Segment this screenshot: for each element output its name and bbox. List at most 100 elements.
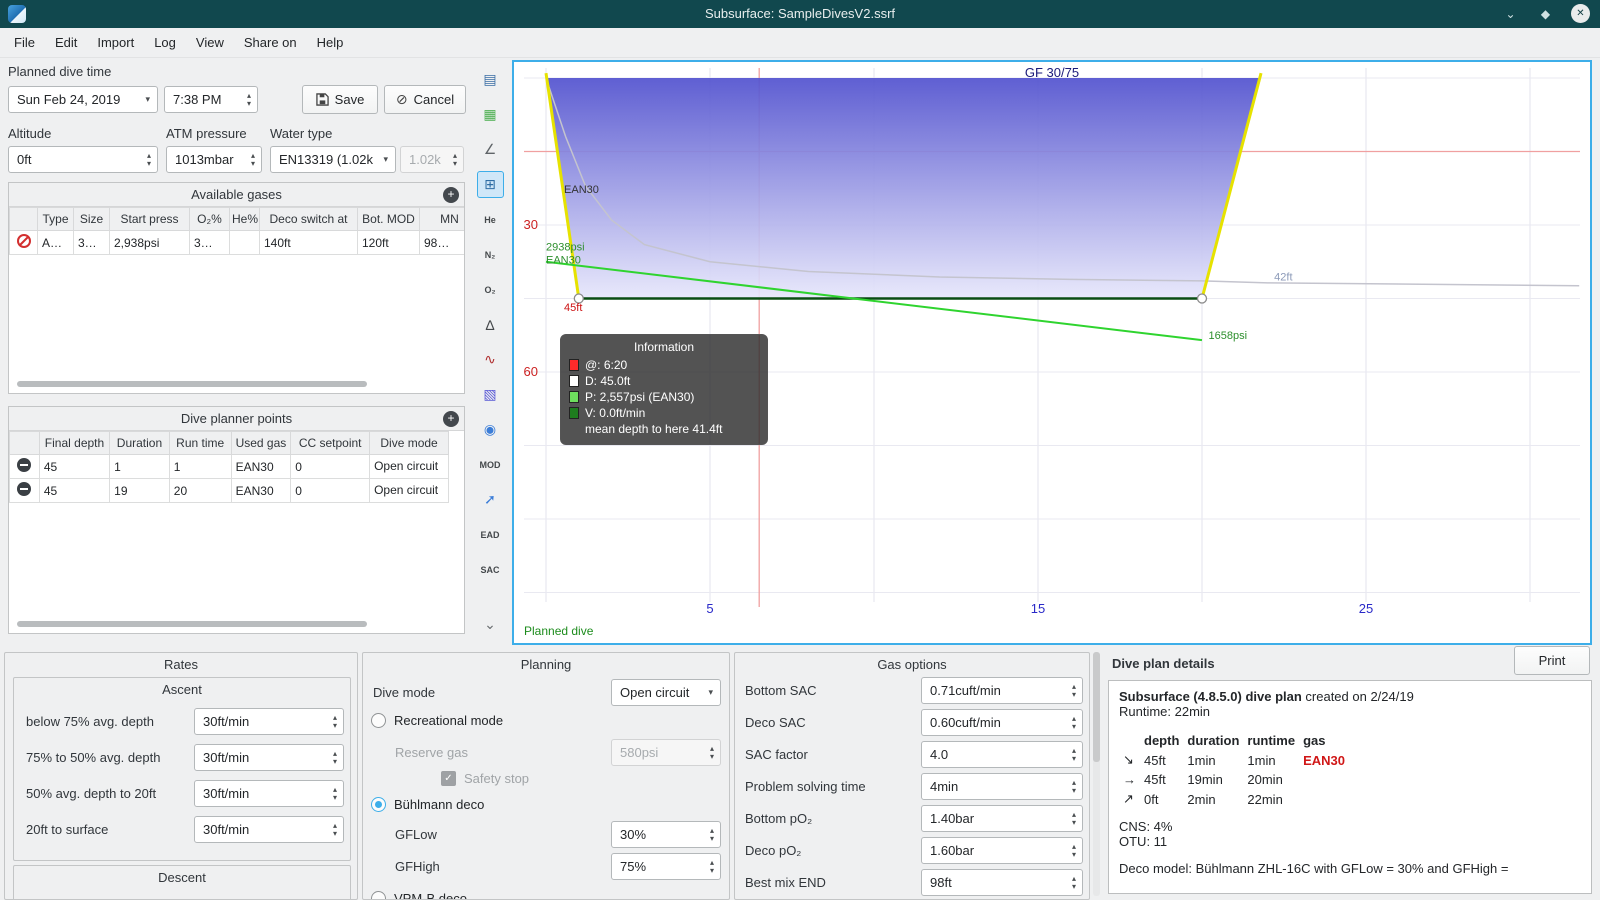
delete-point-icon[interactable] bbox=[17, 458, 32, 472]
photos-icon[interactable]: ▦ bbox=[477, 101, 504, 128]
spin-down-icon[interactable]: ▾ bbox=[1072, 850, 1076, 859]
col-final-depth[interactable]: Final depth bbox=[38, 431, 111, 455]
ndl-icon[interactable]: ➚ bbox=[477, 486, 504, 513]
save-button[interactable]: Save bbox=[302, 85, 378, 114]
print-button[interactable]: Print bbox=[1514, 646, 1590, 675]
ascent-rate-2-spinbox[interactable]: 30ft/min ▴ ▾ bbox=[194, 744, 344, 771]
col-cc-setpoint[interactable]: CC setpoint bbox=[290, 431, 371, 455]
spin-buttons[interactable]: ▴ ▾ bbox=[330, 821, 340, 838]
calculated-ceiling-icon[interactable]: ▤ bbox=[477, 66, 504, 93]
altitude-spinbox[interactable]: 0ft ▴ ▾ bbox=[8, 146, 158, 173]
spin-down-icon[interactable]: ▾ bbox=[333, 793, 337, 802]
heart-rate-icon[interactable]: ∿ bbox=[477, 346, 504, 373]
tissues-icon[interactable]: ∆ bbox=[477, 311, 504, 338]
menu-edit[interactable]: Edit bbox=[45, 29, 87, 56]
spin-buttons[interactable]: ▴ ▾ bbox=[330, 749, 340, 766]
ascent-rate-1-spinbox[interactable]: 30ft/min ▴ ▾ bbox=[194, 708, 344, 735]
spin-down-icon[interactable]: ▾ bbox=[247, 99, 251, 108]
spin-down-icon[interactable]: ▾ bbox=[710, 834, 714, 843]
best-mix-end-spinbox[interactable]: 98ft ▴ ▾ bbox=[921, 869, 1083, 896]
maximize-icon[interactable]: ◆ bbox=[1536, 4, 1555, 23]
spin-down-icon[interactable]: ▾ bbox=[1072, 786, 1076, 795]
spin-down-icon[interactable]: ▾ bbox=[1072, 690, 1076, 699]
water-type-combobox[interactable]: EN13319 (1.02k ▾ bbox=[270, 146, 396, 173]
gflow-spinbox[interactable]: 30% ▴ ▾ bbox=[611, 821, 721, 848]
ead-icon[interactable]: EAD bbox=[477, 521, 504, 548]
spin-buttons[interactable]: ▴ ▾ bbox=[330, 713, 340, 730]
spin-buttons[interactable]: ▴ ▾ bbox=[707, 858, 717, 875]
gfhigh-spinbox[interactable]: 75% ▴ ▾ bbox=[611, 853, 721, 880]
horizontal-scrollbar[interactable] bbox=[17, 381, 367, 387]
spin-down-icon[interactable]: ▾ bbox=[333, 721, 337, 730]
spin-buttons[interactable]: ▴ ▾ bbox=[330, 785, 340, 802]
ascent-rate-4-spinbox[interactable]: 30ft/min ▴ ▾ bbox=[194, 816, 344, 843]
spin-down-icon[interactable]: ▾ bbox=[1072, 754, 1076, 763]
dive-profile-chart[interactable]: 30 60 5 15 25 GF 30/75 EAN30 2938psi EAN30 45ft 16… bbox=[512, 60, 1592, 645]
col-deco-switch[interactable]: Deco switch at bbox=[259, 207, 358, 231]
add-gas-button[interactable]: + bbox=[443, 187, 459, 203]
cylinder-in-use-icon[interactable] bbox=[16, 234, 31, 248]
col-duration[interactable]: Duration bbox=[109, 431, 170, 455]
col-used-gas[interactable]: Used gas bbox=[230, 431, 292, 455]
recreational-mode-option[interactable]: Recreational mode bbox=[371, 707, 503, 734]
spin-down-icon[interactable]: ▾ bbox=[710, 866, 714, 875]
col-dive-mode[interactable]: Dive mode bbox=[369, 431, 449, 455]
spin-buttons[interactable]: ▴ ▾ bbox=[1069, 714, 1079, 731]
bottom-sac-spinbox[interactable]: 0.71cuft/min ▴ ▾ bbox=[921, 677, 1083, 704]
deco-po2-spinbox[interactable]: 1.60bar ▴ ▾ bbox=[921, 837, 1083, 864]
buhlmann-deco-option[interactable]: Bühlmann deco bbox=[371, 791, 484, 818]
col-bot-mod[interactable]: Bot. MOD bbox=[357, 207, 420, 231]
col-mnd[interactable]: MN bbox=[419, 207, 464, 231]
vpmb-radio[interactable] bbox=[371, 891, 386, 899]
partial-pressure-n2-icon[interactable]: N₂ bbox=[477, 241, 504, 268]
spin-buttons[interactable]: ▴ ▾ bbox=[244, 91, 254, 108]
spin-buttons[interactable]: ▴ ▾ bbox=[1069, 842, 1079, 859]
menu-share-on[interactable]: Share on bbox=[234, 29, 307, 56]
problem-solving-time-spinbox[interactable]: 4min ▴ ▾ bbox=[921, 773, 1083, 800]
delete-point-icon[interactable] bbox=[17, 482, 32, 496]
profile-picture-icon[interactable]: ▧ bbox=[477, 381, 504, 408]
scale-profile-icon[interactable]: ⊞ bbox=[476, 171, 504, 198]
spin-buttons[interactable]: ▴ ▾ bbox=[248, 151, 258, 168]
cancel-button[interactable]: ⊘ Cancel bbox=[384, 85, 466, 114]
recreational-radio[interactable] bbox=[371, 713, 386, 728]
vertical-scrollbar-thumb[interactable] bbox=[1093, 652, 1100, 762]
spin-buttons[interactable]: ▴ ▾ bbox=[1069, 682, 1079, 699]
menu-help[interactable]: Help bbox=[307, 29, 354, 56]
gas-change-icon[interactable]: ◉ bbox=[477, 416, 504, 443]
horizontal-scrollbar[interactable] bbox=[17, 621, 367, 627]
col-size[interactable]: Size bbox=[73, 207, 110, 231]
spin-buttons[interactable]: ▴ ▾ bbox=[1069, 874, 1079, 891]
spin-down-icon[interactable]: ▾ bbox=[1072, 882, 1076, 891]
spin-buttons[interactable]: ▴ ▾ bbox=[1069, 778, 1079, 795]
spin-buttons[interactable]: ▴ ▾ bbox=[144, 151, 154, 168]
spin-buttons[interactable]: ▴ ▾ bbox=[1069, 746, 1079, 763]
atm-pressure-spinbox[interactable]: 1013mbar ▴ ▾ bbox=[166, 146, 262, 173]
ascent-rate-3-spinbox[interactable]: 30ft/min ▴ ▾ bbox=[194, 780, 344, 807]
gas-table-row[interactable]: A… 3… 2,938psi 3… 140ft 120ft 98… bbox=[9, 230, 464, 255]
col-type[interactable]: Type bbox=[37, 207, 74, 231]
deco-sac-spinbox[interactable]: 0.60cuft/min ▴ ▾ bbox=[921, 709, 1083, 736]
title-bar[interactable]: Subsurface: SampleDivesV2.ssrf ⌄ ◆ ✕ bbox=[0, 0, 1600, 28]
spin-down-icon[interactable]: ▾ bbox=[333, 757, 337, 766]
spin-down-icon[interactable]: ▾ bbox=[1072, 722, 1076, 731]
col-he[interactable]: He% bbox=[229, 207, 260, 231]
spin-buttons[interactable]: ▴ ▾ bbox=[707, 826, 717, 843]
minimize-icon[interactable]: ⌄ bbox=[1501, 4, 1520, 23]
vpmb-deco-option[interactable]: VPM-B deco bbox=[371, 885, 467, 899]
partial-pressure-he-icon[interactable]: He bbox=[477, 206, 504, 233]
toolbar-scroll-down-icon[interactable]: ⌄ bbox=[484, 616, 496, 633]
sac-factor-spinbox[interactable]: 4.0 ▴ ▾ bbox=[921, 741, 1083, 768]
close-icon[interactable]: ✕ bbox=[1571, 4, 1590, 23]
planner-point-row[interactable]: 45 19 20 EAN30 0 Open circuit bbox=[9, 478, 449, 503]
dive-mode-combobox[interactable]: Open circuit ▾ bbox=[611, 679, 721, 706]
menu-import[interactable]: Import bbox=[87, 29, 144, 56]
add-point-button[interactable]: + bbox=[443, 411, 459, 427]
spin-down-icon[interactable]: ▾ bbox=[333, 829, 337, 838]
menu-view[interactable]: View bbox=[186, 29, 234, 56]
dive-date-combobox[interactable]: Sun Feb 24, 2019 ▾ bbox=[8, 86, 158, 113]
sac-icon[interactable]: SAC bbox=[477, 556, 504, 583]
col-run-time[interactable]: Run time bbox=[168, 431, 232, 455]
mod-icon[interactable]: MOD bbox=[477, 451, 504, 478]
bottom-po2-spinbox[interactable]: 1.40bar ▴ ▾ bbox=[921, 805, 1083, 832]
